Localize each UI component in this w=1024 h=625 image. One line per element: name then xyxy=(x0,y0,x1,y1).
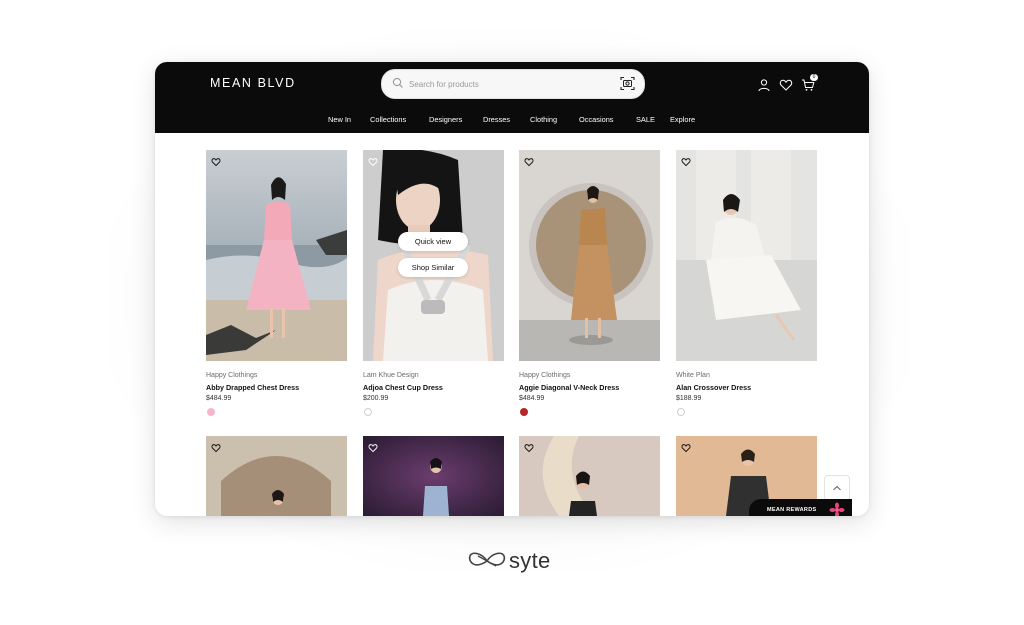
user-icon[interactable] xyxy=(757,78,771,92)
site-logo[interactable]: MEAN BLVD xyxy=(210,76,296,90)
syte-brand-logo: syte xyxy=(468,546,552,576)
product-image[interactable] xyxy=(363,436,504,516)
search-input[interactable] xyxy=(407,75,611,94)
color-swatch[interactable] xyxy=(207,408,215,416)
product-brand[interactable]: Happy Clothings xyxy=(206,372,257,379)
wishlist-heart-icon[interactable] xyxy=(681,157,691,167)
browser-window: MEAN BLVD Search for products 0 New In C… xyxy=(155,62,869,516)
nav-item-designers[interactable]: Designers xyxy=(429,115,462,124)
wishlist-heart-icon[interactable] xyxy=(681,443,691,453)
cart-button[interactable]: 0 xyxy=(801,74,818,92)
product-image[interactable] xyxy=(519,436,660,516)
syte-bow-icon xyxy=(468,552,506,567)
search-bar[interactable] xyxy=(381,69,645,99)
color-swatch[interactable] xyxy=(364,408,372,416)
nav-item-sale[interactable]: SALE xyxy=(636,115,655,124)
wishlist-heart-icon[interactable] xyxy=(211,157,221,167)
rewards-label: MEAN REWARDS xyxy=(767,507,817,513)
quick-view-button[interactable]: Quick view xyxy=(398,232,468,251)
main-nav: New In Collections Designers Dresses Clo… xyxy=(155,115,869,129)
syte-wordmark: syte xyxy=(509,548,551,573)
product-name[interactable]: Abby Drapped Chest Dress xyxy=(206,383,299,392)
nav-item-explore[interactable]: Explore xyxy=(670,115,695,124)
product-name[interactable]: Adjoa Chest Cup Dress xyxy=(363,383,443,392)
wishlist-heart-icon[interactable] xyxy=(524,157,534,167)
product-image[interactable]: Quick view Shop Similar xyxy=(363,150,504,361)
product-brand[interactable]: Happy Clothings xyxy=(519,372,570,379)
product-price: $484.99 xyxy=(206,395,232,402)
product-image[interactable] xyxy=(519,150,660,361)
wishlist-heart-icon[interactable] xyxy=(368,443,378,453)
color-swatch[interactable] xyxy=(520,408,528,416)
nav-item-clothing[interactable]: Clothing xyxy=(530,115,557,124)
chevron-up-icon xyxy=(833,485,841,491)
product-brand[interactable]: White Plan xyxy=(676,372,710,379)
site-header: MEAN BLVD Search for products 0 New In C… xyxy=(155,62,869,133)
color-swatch[interactable] xyxy=(677,408,685,416)
product-price: $484.99 xyxy=(519,395,545,402)
nav-item-dresses[interactable]: Dresses xyxy=(483,115,510,124)
nav-item-collections[interactable]: Collections xyxy=(370,115,406,124)
wishlist-heart-icon[interactable] xyxy=(368,157,378,167)
product-brand[interactable]: Lam Khue Design xyxy=(363,372,419,379)
product-image[interactable] xyxy=(206,150,347,361)
product-image[interactable] xyxy=(676,150,817,361)
wishlist-heart-icon[interactable] xyxy=(524,443,534,453)
flower-icon xyxy=(829,502,845,516)
nav-item-new-in[interactable]: New In xyxy=(328,115,351,124)
cart-count-badge: 0 xyxy=(810,74,818,81)
scroll-to-top-button[interactable] xyxy=(824,475,850,501)
product-price: $200.99 xyxy=(363,395,389,402)
product-name[interactable]: Aggie Diagonal V-Neck Dress xyxy=(519,383,619,392)
shop-similar-button[interactable]: Shop Similar xyxy=(398,258,468,277)
camera-search-icon[interactable] xyxy=(620,76,635,91)
product-price: $188.99 xyxy=(676,395,702,402)
wishlist-heart-icon[interactable] xyxy=(779,78,793,92)
product-name[interactable]: Alan Crossover Dress xyxy=(676,383,751,392)
search-icon xyxy=(392,77,403,88)
header-icons: 0 xyxy=(757,74,818,92)
nav-item-occasions[interactable]: Occasions xyxy=(579,115,614,124)
rewards-widget[interactable]: MEAN REWARDS xyxy=(749,499,852,516)
product-image[interactable] xyxy=(206,436,347,516)
wishlist-heart-icon[interactable] xyxy=(211,443,221,453)
